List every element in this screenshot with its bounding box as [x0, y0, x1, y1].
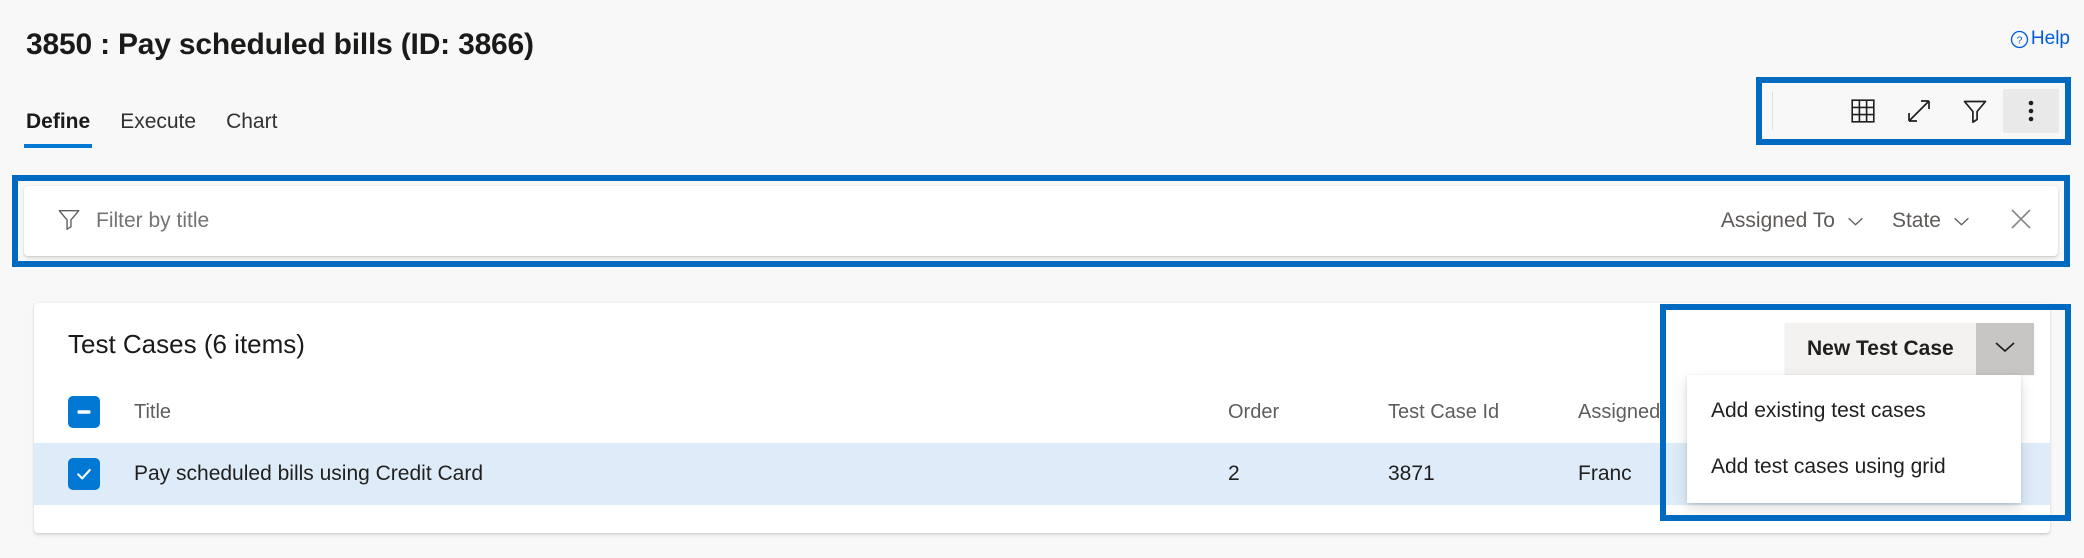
row-select-cell: [34, 458, 118, 490]
chevron-down-icon: [1994, 340, 2016, 359]
select-all-cell: [34, 396, 118, 428]
cell-test-case-id: 3871: [1388, 462, 1435, 485]
grid-view-button[interactable]: [1835, 89, 1891, 133]
chevron-down-icon: [1953, 216, 1970, 227]
filter-input-wrap[interactable]: [24, 186, 1707, 256]
new-test-case-menu: Add existing test cases Add test cases u…: [1687, 375, 2021, 503]
menu-item-add-test-cases-using-grid[interactable]: Add test cases using grid: [1687, 439, 2021, 495]
help-link[interactable]: ? Help: [2010, 28, 2070, 50]
column-header-title[interactable]: Title: [118, 401, 1228, 424]
funnel-icon: [56, 206, 82, 237]
filter-input[interactable]: [96, 201, 696, 241]
menu-item-add-existing-test-cases[interactable]: Add existing test cases: [1687, 383, 2021, 439]
toolbar-highlight-box: [1756, 77, 2071, 145]
close-icon: [2008, 206, 2034, 237]
expand-diagonal-icon: [1905, 97, 1933, 125]
svg-text:?: ?: [2017, 35, 2023, 46]
cell-order: 2: [1228, 462, 1240, 485]
row-checkbox[interactable]: [68, 458, 100, 490]
fullscreen-button[interactable]: [1891, 89, 1947, 133]
toolbar: [1762, 83, 2065, 139]
chevron-down-icon: [1847, 216, 1864, 227]
filter-button[interactable]: [1947, 89, 2003, 133]
help-label: Help: [2030, 28, 2070, 49]
close-filter-button[interactable]: [1984, 186, 2058, 256]
filter-bar: Assigned To State: [24, 186, 2058, 256]
state-dropdown[interactable]: State: [1878, 186, 1984, 256]
tab-define[interactable]: Define: [24, 110, 93, 148]
filter-bar-highlight-box: Assigned To State: [12, 175, 2070, 267]
question-circle-icon: ?: [2010, 30, 2029, 49]
page-title: 3850 : Pay scheduled bills (ID: 3866): [26, 28, 534, 61]
tab-chart[interactable]: Chart: [224, 110, 279, 148]
select-all-checkbox[interactable]: [68, 396, 100, 428]
state-label: State: [1891, 209, 1941, 232]
new-test-case-button[interactable]: New Test Case: [1785, 323, 1976, 375]
new-test-case-dropdown-toggle[interactable]: [1975, 323, 2034, 375]
card-title: Test Cases (6 items): [68, 329, 305, 359]
cell-title: Pay scheduled bills using Credit Card: [134, 462, 484, 485]
assigned-to-label: Assigned To: [1720, 209, 1835, 232]
tab-execute[interactable]: Execute: [118, 110, 198, 148]
new-test-case-split-button: New Test Case: [1785, 323, 2034, 375]
column-header-test-case-id[interactable]: Test Case Id: [1388, 401, 1578, 424]
more-options-button[interactable]: [2003, 89, 2059, 133]
assigned-to-dropdown[interactable]: Assigned To: [1707, 186, 1878, 256]
grid-icon: [1850, 98, 1876, 124]
work-item-page: 3850 : Pay scheduled bills (ID: 3866) ? …: [0, 0, 2084, 558]
more-vertical-icon: [2027, 97, 2035, 125]
funnel-icon: [1961, 97, 1989, 125]
tab-bar: Define Execute Chart: [24, 110, 279, 148]
column-header-order[interactable]: Order: [1228, 401, 1388, 424]
